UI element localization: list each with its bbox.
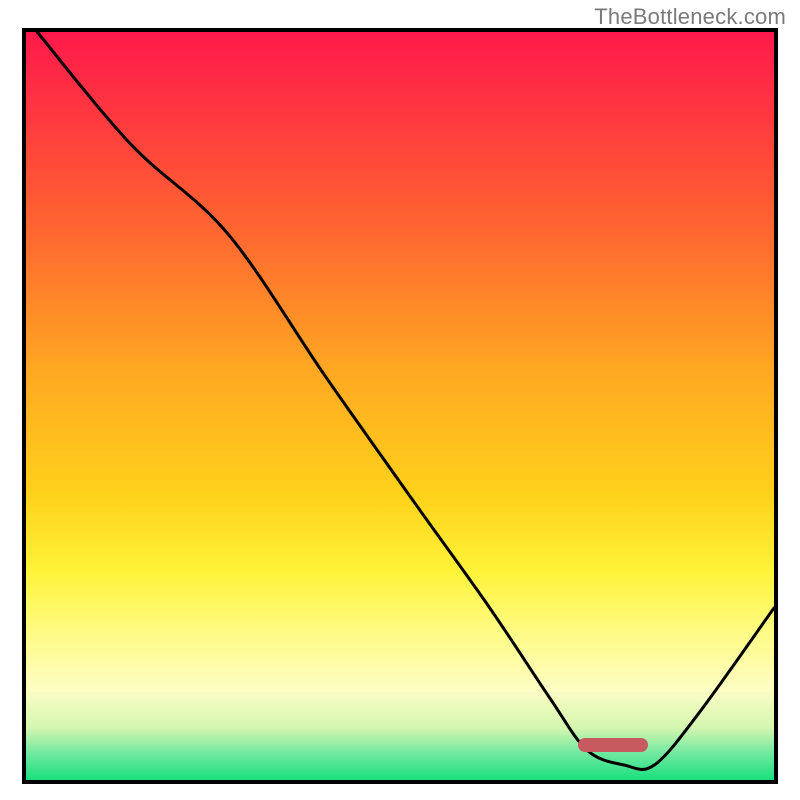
bottleneck-curve xyxy=(26,32,774,780)
watermark-text: TheBottleneck.com xyxy=(594,4,786,30)
curve-path xyxy=(37,32,774,770)
optimal-zone-marker xyxy=(578,738,648,752)
chart-frame xyxy=(22,28,778,784)
